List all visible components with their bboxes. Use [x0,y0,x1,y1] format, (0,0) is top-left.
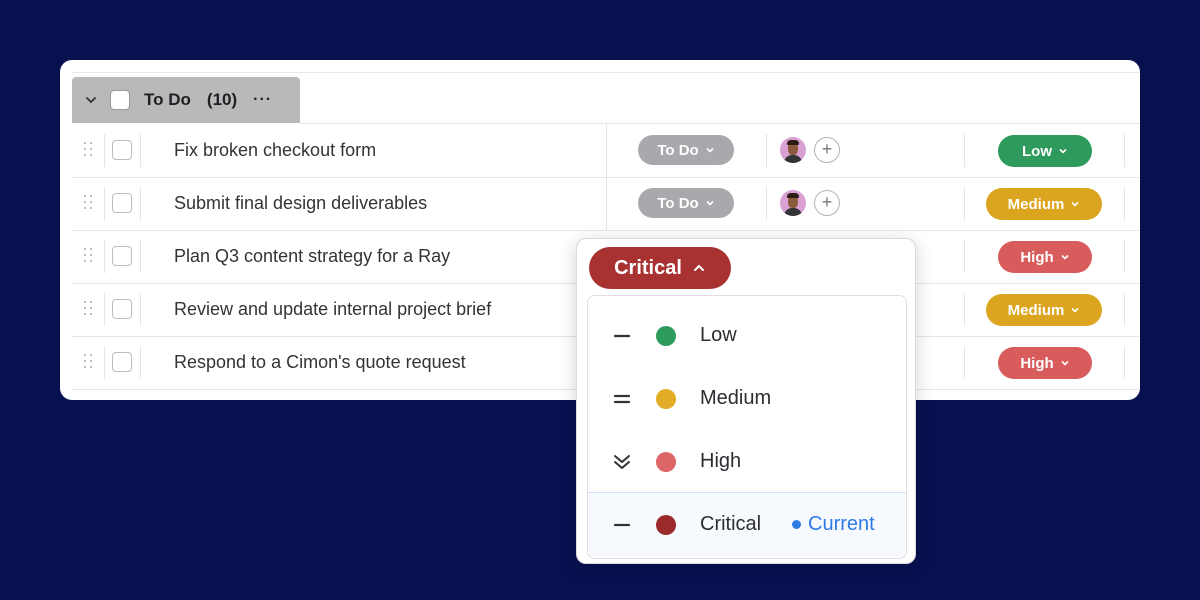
group-count: (10) [206,90,238,109]
priority-label: Medium [1007,301,1065,319]
drag-handle-icon[interactable] [84,301,96,319]
status-dropdown[interactable]: To Do [638,188,734,218]
add-assignee-button[interactable]: + [814,137,840,163]
color-dot [656,451,676,472]
priority-label: High [1020,354,1054,372]
option-label: Medium [700,387,772,409]
chevron-down-icon [706,200,714,206]
priority-option-critical[interactable]: Critical Current [588,492,906,556]
chevron-down-icon [1061,360,1069,366]
priority-dropdown[interactable]: Medium [986,294,1102,326]
status-dropdown[interactable]: To Do [638,135,734,165]
status-label: To Do [657,141,699,159]
group-header-todo[interactable]: To Do (10) ··· [72,77,300,123]
task-name[interactable]: Fix broken checkout form [174,140,376,161]
group-select-checkbox[interactable] [110,90,130,110]
group-title: To Do [144,90,191,109]
selected-priority-label: Critical [614,256,682,279]
task-name[interactable]: Submit final design deliverables [174,193,427,214]
dash-icon [613,334,631,337]
task-name[interactable]: Plan Q3 content strategy for a Ray [174,246,450,267]
priority-label: High [1020,248,1054,266]
priority-label: Medium [1007,195,1065,213]
status-label: To Do [657,194,699,212]
add-assignee-button[interactable]: + [814,190,840,216]
color-dot [656,388,676,409]
chevron-down-icon [1059,148,1067,154]
priority-option-low[interactable]: Low [588,304,906,367]
avatar[interactable] [780,137,806,163]
chevron-down-icon[interactable] [84,93,98,107]
double-chevron-down-icon [614,454,630,469]
row-checkbox[interactable] [112,193,132,213]
drag-handle-icon[interactable] [84,248,96,266]
chevron-down-icon [1071,201,1079,207]
priority-label: Low [1022,142,1052,160]
drag-handle-icon[interactable] [84,195,96,213]
current-indicator: Current [792,513,875,536]
selected-priority-button[interactable]: Critical [589,247,731,289]
color-dot [656,514,676,535]
dash-icon [613,523,631,526]
option-label: Low [700,324,737,346]
drag-handle-icon[interactable] [84,354,96,372]
priority-dropdown[interactable]: High [998,347,1092,379]
color-dot [656,325,676,346]
row-checkbox[interactable] [112,246,132,266]
more-options-icon[interactable]: ··· [253,91,272,109]
priority-dropdown[interactable]: Low [998,135,1092,167]
row-checkbox[interactable] [112,140,132,160]
table-row[interactable]: Fix broken checkout form To Do + Low [72,124,1140,178]
current-label: Current [808,513,875,535]
task-name[interactable]: Respond to a Cimon's quote request [174,352,466,373]
chevron-up-icon [693,264,704,271]
priority-dropdown-menu: Critical Low Medium High Critical Curren… [576,238,916,564]
priority-option-medium[interactable]: Medium [588,367,906,430]
row-checkbox[interactable] [112,299,132,319]
option-label: High [700,450,742,472]
option-label: Critical [700,513,762,535]
chevron-down-icon [1061,254,1069,260]
priority-option-high[interactable]: High [588,430,906,493]
row-checkbox[interactable] [112,352,132,372]
avatar[interactable] [780,190,806,216]
priority-dropdown[interactable]: Medium [986,188,1102,220]
priority-options-list: Low Medium High Critical Current [587,295,907,559]
chevron-down-icon [1071,307,1079,313]
task-name[interactable]: Review and update internal project brief [174,299,491,320]
table-row[interactable]: Submit final design deliverables To Do +… [72,177,1140,231]
chevron-down-icon [706,147,714,153]
equals-icon [613,394,631,403]
drag-handle-icon[interactable] [84,142,96,160]
current-dot [792,520,801,529]
priority-dropdown[interactable]: High [998,241,1092,273]
